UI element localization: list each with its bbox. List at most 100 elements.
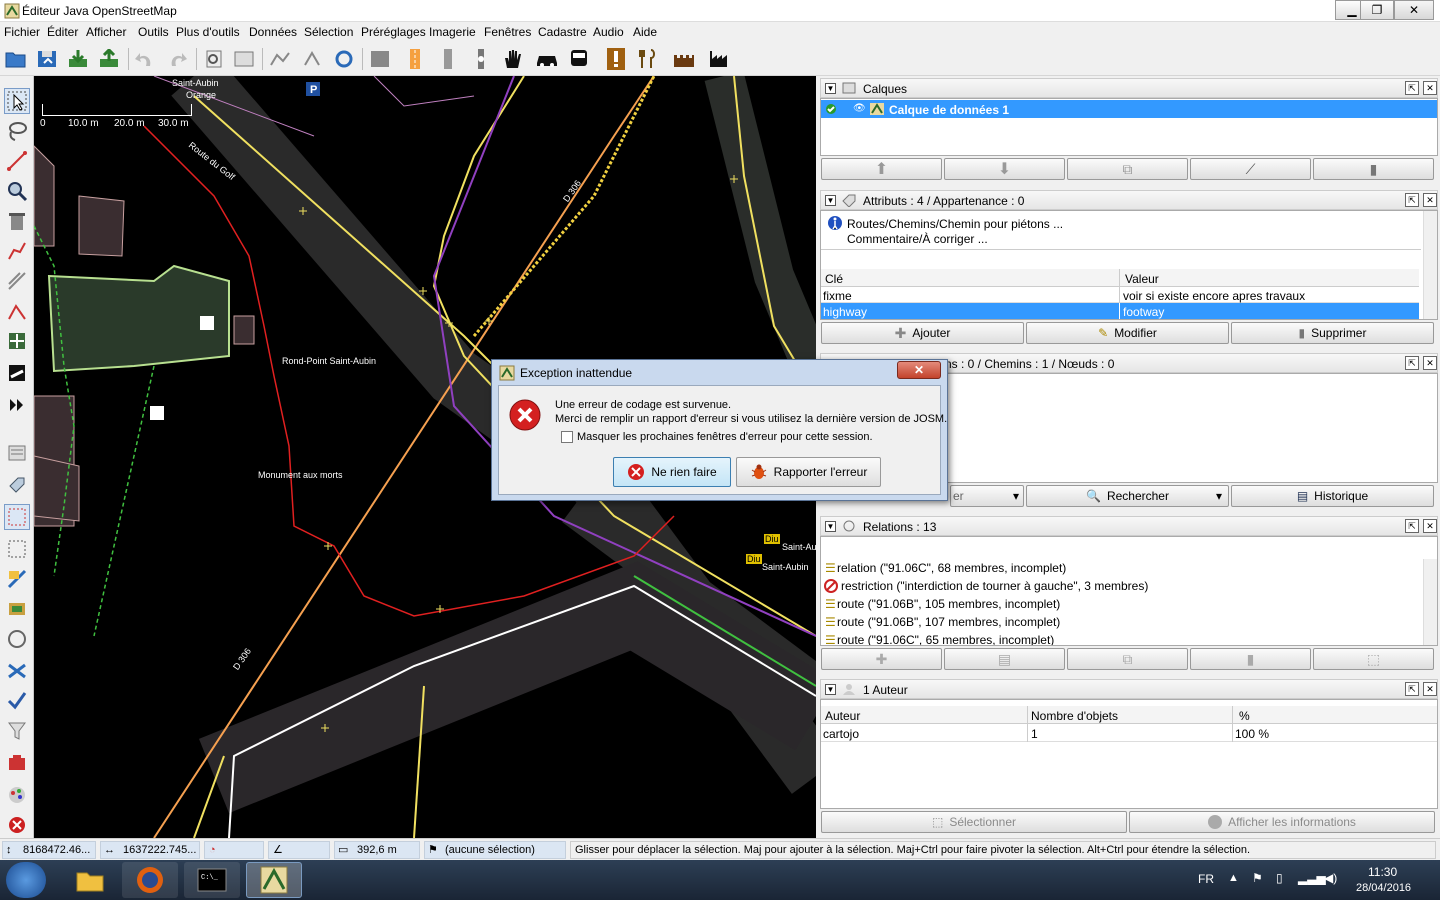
battery-icon[interactable]: ▯ xyxy=(1276,871,1283,885)
layer-delete-button[interactable]: ▮ xyxy=(1313,158,1434,180)
edit-relation-button[interactable]: ▤ xyxy=(944,648,1065,670)
menu-aide[interactable]: Aide xyxy=(633,25,657,39)
detach-icon[interactable]: ⇱ xyxy=(1405,81,1419,95)
network-icon[interactable]: ▂▃▅ xyxy=(1298,871,1326,885)
menu-editer[interactable]: Éditer xyxy=(47,25,78,39)
menu-fichier[interactable]: Fichier xyxy=(4,25,40,39)
plugin-toggle-icon[interactable] xyxy=(4,750,30,776)
layer-down-button[interactable]: ⬇ xyxy=(944,158,1065,180)
terminal-icon[interactable]: C:\_ xyxy=(184,862,240,898)
tray-arrow-icon[interactable]: ▲ xyxy=(1228,872,1239,884)
castle-icon[interactable] xyxy=(672,47,696,71)
upload-icon[interactable] xyxy=(97,47,121,71)
expand-tools-icon[interactable] xyxy=(4,392,30,418)
dialog-close-button[interactable]: ✕ xyxy=(897,361,941,379)
node-icon[interactable] xyxy=(300,47,324,71)
layer-row[interactable]: 👁 Calque de données 1 xyxy=(821,100,1437,118)
menu-fenetres[interactable]: Fenêtres xyxy=(484,25,531,39)
detach-icon[interactable]: ⇱ xyxy=(1405,193,1419,207)
download-icon[interactable] xyxy=(66,47,90,71)
menu-selection[interactable]: Sélection xyxy=(304,25,353,39)
restaurant-icon[interactable] xyxy=(636,47,660,71)
filter-toggle-icon[interactable] xyxy=(4,718,30,744)
start-button[interactable] xyxy=(6,862,46,898)
preset-link-fixme[interactable]: Commentaire/À corriger ... xyxy=(847,232,988,246)
suppress-errors-checkbox[interactable] xyxy=(561,431,573,443)
building-tool-icon[interactable] xyxy=(4,360,30,386)
zoom-tool-icon[interactable] xyxy=(4,178,30,204)
menu-cadastre[interactable]: Cadastre xyxy=(538,25,587,39)
detach-icon[interactable]: ⇱ xyxy=(1405,519,1419,533)
car-icon[interactable] xyxy=(535,47,559,71)
select-relation-members-button[interactable]: ⬚ xyxy=(1313,648,1434,670)
wireframe-icon[interactable] xyxy=(268,47,292,71)
select-tool-icon[interactable] xyxy=(4,88,30,114)
new-relation-button[interactable]: ✚ xyxy=(821,648,942,670)
layer-active-icon[interactable] xyxy=(825,103,837,115)
collapse-icon[interactable]: ▼ xyxy=(825,195,836,206)
refresh-icon[interactable] xyxy=(332,47,356,71)
preset-path-icon[interactable] xyxy=(469,47,493,71)
josm-taskbar-icon[interactable] xyxy=(246,862,302,898)
extrude-tool-icon[interactable] xyxy=(4,298,30,324)
add-tag-button[interactable]: ✚ Ajouter xyxy=(821,322,1024,344)
layer-merge-button[interactable]: ⧉ xyxy=(1067,158,1188,180)
history-button[interactable]: ▤ Historique xyxy=(1231,485,1434,507)
collapse-icon[interactable]: ▼ xyxy=(825,521,836,532)
column-header-value[interactable]: Valeur xyxy=(1125,272,1159,286)
lasso-tool-icon[interactable] xyxy=(4,118,30,144)
menu-imagerie[interactable]: Imagerie xyxy=(429,25,476,39)
preset-road-icon[interactable] xyxy=(403,47,427,71)
select-author-button[interactable]: ⬚ Sélectionner xyxy=(821,811,1127,833)
selection-toggle-icon[interactable] xyxy=(4,504,30,530)
search-button[interactable]: 🔍 Rechercher ▾ xyxy=(1026,485,1229,507)
relation-item[interactable]: restriction ("interdiction de tourner à … xyxy=(821,577,1421,595)
flag-icon[interactable]: ⚑ xyxy=(1252,871,1263,885)
layers-toggle-icon[interactable] xyxy=(4,440,30,466)
preferences-icon[interactable] xyxy=(202,47,226,71)
detach-icon[interactable]: ⇱ xyxy=(1405,682,1419,696)
relations-scrollbar[interactable] xyxy=(1423,559,1437,645)
improve-way-icon[interactable] xyxy=(4,238,30,264)
show-info-button[interactable]: Afficher les informations xyxy=(1129,811,1435,833)
tags-toggle-icon[interactable] xyxy=(4,472,30,498)
draw-tool-icon[interactable] xyxy=(4,148,30,174)
relations-toggle-icon[interactable] xyxy=(4,536,30,562)
commands-toggle-icon[interactable] xyxy=(4,566,30,592)
close-panel-icon[interactable]: ✕ xyxy=(1423,193,1437,207)
validation-toggle-icon[interactable] xyxy=(4,688,30,714)
undo-icon[interactable] xyxy=(133,47,157,71)
delete-tag-button[interactable]: ▮ Supprimer xyxy=(1231,322,1434,344)
language-indicator[interactable]: FR xyxy=(1198,872,1214,886)
firefox-icon[interactable] xyxy=(122,862,178,898)
close-window-button[interactable]: ✕ xyxy=(1394,0,1434,20)
audio-icon[interactable] xyxy=(232,47,256,71)
author-row[interactable]: cartojo 1 100 % xyxy=(821,724,1437,742)
column-header-author[interactable]: Auteur xyxy=(825,709,860,723)
relation-item[interactable]: ☰ route ("91.06B", 107 membres, incomplet… xyxy=(821,613,1421,631)
clock-time[interactable]: 11:30 xyxy=(1368,865,1397,879)
edit-tag-button[interactable]: ✎ Modifier xyxy=(1026,322,1229,344)
close-panel-icon[interactable]: ✕ xyxy=(1423,81,1437,95)
conflict-toggle-icon[interactable] xyxy=(4,626,30,652)
layer-up-button[interactable]: ⬆ xyxy=(821,158,942,180)
layer-properties-button[interactable]: ⟋ xyxy=(1190,158,1311,180)
open-file-icon[interactable] xyxy=(4,47,28,71)
column-header-percent[interactable]: % xyxy=(1239,709,1250,723)
clock-date[interactable]: 28/04/2016 xyxy=(1356,882,1411,894)
close-panel-icon[interactable]: ✕ xyxy=(1423,682,1437,696)
redo-icon[interactable] xyxy=(165,47,189,71)
layer-visible-icon[interactable]: 👁 xyxy=(853,103,866,114)
ignore-button[interactable]: Ne rien faire xyxy=(613,457,731,487)
report-bug-button[interactable]: Rapporter l'erreur xyxy=(736,457,881,487)
merge-toggle-icon[interactable] xyxy=(4,658,30,684)
preset-track-icon[interactable] xyxy=(436,47,460,71)
relation-item[interactable]: ☰ relation ("91.06C", 68 membres, incompl… xyxy=(821,559,1421,577)
tag-row[interactable]: fixme voir si existe encore apres travau… xyxy=(821,287,1419,303)
volume-icon[interactable]: ◀) xyxy=(1324,871,1337,885)
tag-row[interactable]: highway footway xyxy=(821,303,1419,319)
relation-item[interactable]: ☰ route ("91.06C", 65 membres, incomplet) xyxy=(821,631,1421,645)
menu-preglages[interactable]: Préréglages xyxy=(361,25,426,39)
menu-donnees[interactable]: Données xyxy=(249,25,297,39)
explorer-icon[interactable] xyxy=(62,862,118,898)
